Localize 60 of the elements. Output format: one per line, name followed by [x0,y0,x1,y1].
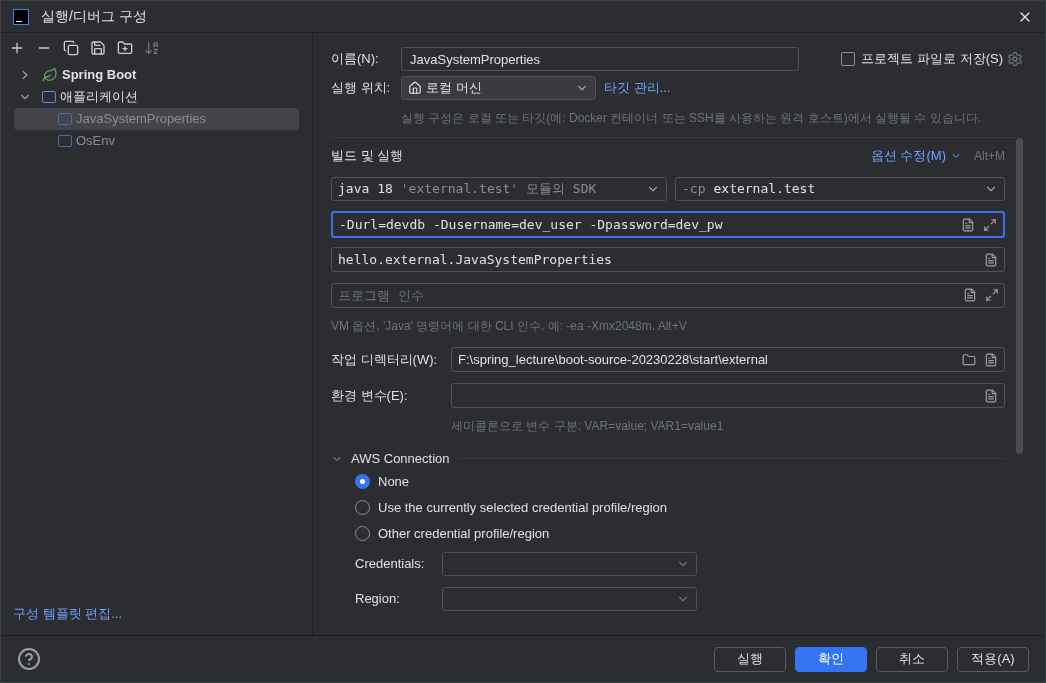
shortcut-hint: Alt+M [974,148,1005,165]
edit-templates-link[interactable]: 구성 템플릿 편집... [1,603,312,635]
window-icon [58,135,72,147]
vm-options-hint: VM 옵션. 'Java' 명령어에 대한 CLI 인수. 예: -ea -Xmx2048m. Alt+V [331,318,688,335]
document-icon[interactable] [984,388,998,403]
folder-icon[interactable] [962,352,976,367]
expand-icon[interactable] [983,217,997,232]
manage-targets-link[interactable]: 타깃 관리... [604,78,671,98]
modify-options-link[interactable]: 옵션 수정(M) [870,146,962,166]
classpath-dropdown[interactable]: -cp external.test [675,177,1005,201]
jdk-dropdown[interactable]: java 18 'external.test' 모듈의 SDK [331,177,667,201]
dialog-button[interactable]: 확인 [795,646,867,672]
radio-button[interactable] [355,474,370,489]
workdir-field[interactable]: F:\spring_lecture\boot-source-20230228\start\external [451,347,1005,372]
main-class-field[interactable]: hello.external.JavaSystemProperties [331,247,1005,272]
sort-icon[interactable] [144,40,160,56]
store-checkbox-label: 프로젝트 파일로 저장(S) [861,50,1003,69]
name-label: 이름(N): [331,50,380,69]
run-on-label: 실행 위치: [331,79,392,98]
tree-item[interactable]: OsEnv [14,130,299,152]
workdir-label: 작업 디렉터리(W): [331,350,439,369]
store-checkbox[interactable] [841,52,856,66]
document-icon[interactable] [961,217,975,232]
app-logo-icon [13,8,29,25]
region-label: Region: [355,589,401,608]
aws-section-toggle[interactable]: AWS Connection [331,449,450,469]
document-icon[interactable] [984,352,998,367]
expand-icon[interactable] [985,288,999,302]
radio-label: None [378,472,410,491]
settings-icon[interactable] [1007,51,1023,67]
add-icon[interactable] [9,40,25,56]
document-icon[interactable] [984,252,998,267]
dialog-button[interactable]: 취소 [876,646,948,672]
credentials-label: Credentials: [355,554,426,573]
save-icon[interactable] [90,40,106,56]
window-icon [58,113,72,125]
dialog-button[interactable]: 실행 [714,646,786,672]
copy-icon[interactable] [63,40,79,56]
window-title: 실행/디버그 구성 [41,7,148,26]
scrollbar[interactable] [1015,138,1023,454]
window-icon [42,91,56,103]
document-icon[interactable] [963,288,977,302]
help-icon[interactable] [17,647,41,671]
env-field[interactable] [451,383,1005,408]
dialog-button[interactable]: 적용(A) [957,646,1029,672]
env-label: 환경 변수(E): [331,386,409,405]
program-args-field[interactable]: 프로그램 인수 [331,283,1005,308]
vm-options-field[interactable]: -Durl=devdb -Dusername=dev_user -Dpassword=dev_pw [331,211,1005,238]
home-icon [408,81,422,95]
run-on-hint: 실행 구성은 로컬 또는 타깃(예: Docker 컨테이너 또는 SSH를 사용하는 원격 호스트)에서 실행될 수 있습니다. [401,110,983,127]
radio-label: Use the currently selected credential profile/region [378,498,668,517]
name-field[interactable]: JavaSystemProperties [401,47,799,71]
folder-plus-icon[interactable] [117,40,133,56]
tree-item[interactable]: 애플리케이션 [14,86,299,108]
radio-label: Other credential profile/region [378,524,550,543]
run-on-dropdown[interactable]: 로컬 머신 [401,76,596,100]
leaf-icon [42,67,58,83]
env-hint: 세미콜론으로 변수 구분: VAR=value; VAR1=value1 [451,418,725,435]
tree-item[interactable]: Spring Boot [14,64,299,86]
section-title: 빌드 및 실행 [331,147,405,166]
